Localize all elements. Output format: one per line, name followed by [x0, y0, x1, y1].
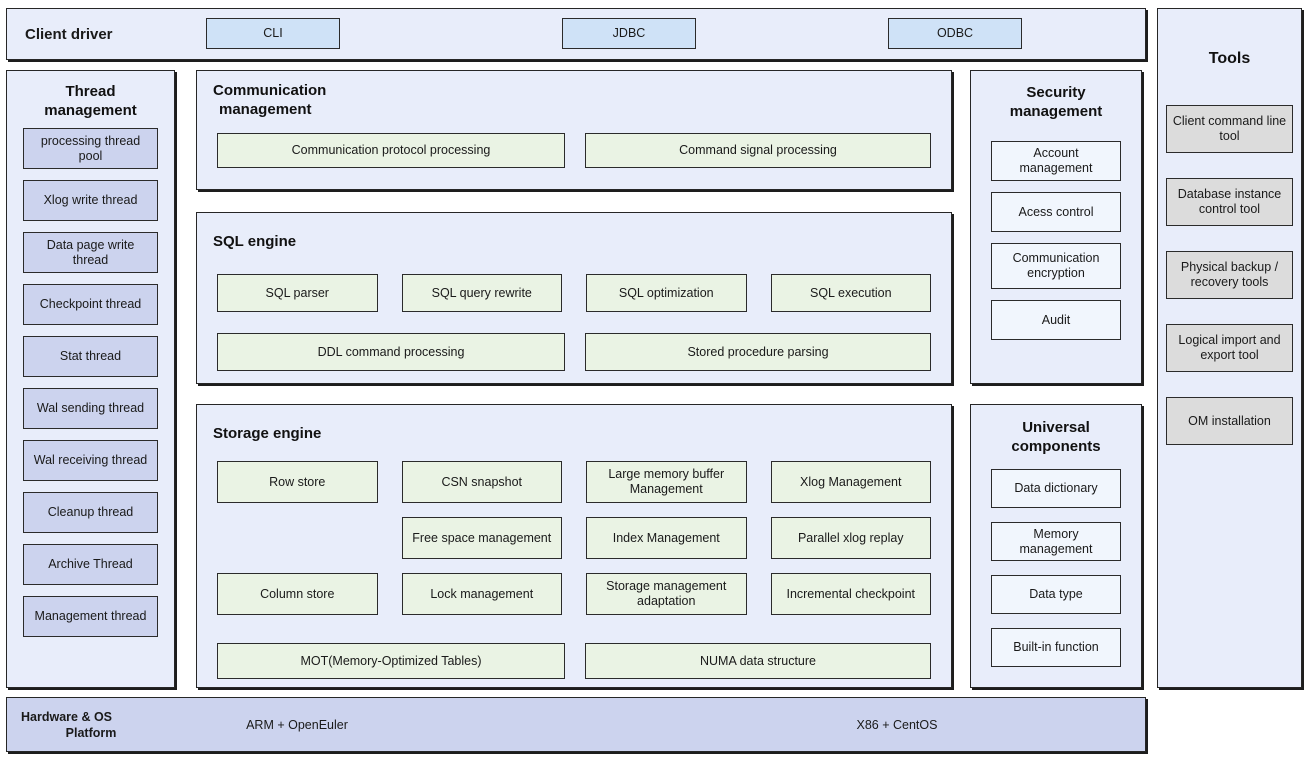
storage-item-mot-memory-optimized-tables[interactable]: MOT(Memory-Optimized Tables) — [217, 643, 565, 679]
sql-engine-title: SQL engine — [213, 233, 297, 250]
universal-item-data-type[interactable]: Data type — [991, 575, 1121, 614]
hardware-platform-bar: Hardware & OS Platform ARM + OpenEuler X… — [6, 697, 1146, 752]
storage-engine-bottom-row: MOT(Memory-Optimized Tables) NUMA data s… — [217, 643, 931, 679]
thread-item-xlog-write-thread[interactable]: Xlog write thread — [23, 180, 158, 221]
security-item-account-management[interactable]: Account management — [991, 141, 1121, 181]
security-item-communication-encryption[interactable]: Communication encryption — [991, 243, 1121, 289]
client-driver-button-cli[interactable]: CLI — [206, 18, 340, 49]
tools-item-physical-backup-recovery-tools[interactable]: Physical backup / recovery tools — [1166, 251, 1293, 299]
universal-components-title-line2: components — [1011, 438, 1101, 455]
sql-item-sql-optimization[interactable]: SQL optimization — [586, 274, 747, 312]
thread-item-cleanup-thread[interactable]: Cleanup thread — [23, 492, 158, 533]
sql-engine-row-1: SQL parser SQL query rewrite SQL optimiz… — [217, 274, 931, 312]
universal-components-title: Universal components — [971, 418, 1141, 456]
hardware-platform-item-x86-centos: X86 + CentOS — [856, 717, 938, 732]
communication-management-title-line1: Communication — [213, 82, 327, 99]
hardware-platform-label-line2: Platform — [65, 725, 117, 740]
hardware-platform-label: Hardware & OS Platform — [21, 698, 161, 751]
sql-item-sql-query-rewrite[interactable]: SQL query rewrite — [401, 274, 562, 312]
client-driver-button-odbc[interactable]: ODBC — [888, 18, 1022, 49]
storage-item-index-management[interactable]: Index Management — [586, 517, 747, 559]
tools-item-om-installation[interactable]: OM installation — [1166, 397, 1293, 445]
universal-item-memory-management[interactable]: Memory management — [991, 522, 1121, 561]
client-driver-label: Client driver — [25, 25, 113, 43]
universal-components-list: Data dictionary Memory management Data t… — [991, 469, 1121, 667]
storage-item-storage-management-adaptation[interactable]: Storage management adaptation — [586, 573, 747, 615]
client-driver-button-jdbc[interactable]: JDBC — [562, 18, 696, 49]
security-item-audit[interactable]: Audit — [991, 300, 1121, 340]
security-management-title: Security management — [971, 83, 1141, 121]
tools-item-client-command-line-tool[interactable]: Client command line tool — [1166, 105, 1293, 153]
comm-item-command-signal-processing[interactable]: Command signal processing — [585, 133, 931, 168]
thread-management-title: Thread management — [7, 82, 174, 120]
sql-engine-panel: SQL engine SQL parser SQL query rewrite … — [196, 212, 952, 384]
universal-components-panel: Universal components Data dictionary Mem… — [970, 404, 1142, 688]
storage-item-parallel-xlog-replay[interactable]: Parallel xlog replay — [770, 517, 931, 559]
tools-list: Client command line tool Database instan… — [1166, 105, 1293, 445]
security-management-list: Account management Acess control Communi… — [991, 141, 1121, 340]
storage-item-row-store[interactable]: Row store — [217, 461, 378, 503]
universal-components-title-line1: Universal — [1022, 419, 1090, 436]
storage-engine-panel: Storage engine Row store CSN snapshot La… — [196, 404, 952, 688]
universal-item-data-dictionary[interactable]: Data dictionary — [991, 469, 1121, 508]
storage-item-large-memory-buffer-management[interactable]: Large memory buffer Management — [586, 461, 747, 503]
sql-item-stored-procedure-parsing[interactable]: Stored procedure parsing — [585, 333, 931, 371]
thread-item-data-page-write-thread[interactable]: Data page write thread — [23, 232, 158, 273]
thread-management-title-line2: management — [44, 102, 137, 119]
storage-item-incremental-checkpoint[interactable]: Incremental checkpoint — [770, 573, 931, 615]
storage-item-lock-management[interactable]: Lock management — [401, 573, 562, 615]
sql-item-sql-parser[interactable]: SQL parser — [217, 274, 378, 312]
thread-item-stat-thread[interactable]: Stat thread — [23, 336, 158, 377]
sql-item-ddl-command-processing[interactable]: DDL command processing — [217, 333, 565, 371]
thread-item-checkpoint-thread[interactable]: Checkpoint thread — [23, 284, 158, 325]
security-management-title-line1: Security — [1026, 84, 1086, 101]
tools-item-logical-import-and-export-tool[interactable]: Logical import and export tool — [1166, 324, 1293, 372]
thread-item-management-thread[interactable]: Management thread — [23, 596, 158, 637]
thread-item-wal-sending-thread[interactable]: Wal sending thread — [23, 388, 158, 429]
security-management-title-line2: management — [1009, 103, 1103, 120]
thread-item-archive-thread[interactable]: Archive Thread — [23, 544, 158, 585]
security-management-panel: Security management Account management A… — [970, 70, 1142, 384]
storage-engine-grid: Row store CSN snapshot Large memory buff… — [217, 461, 931, 615]
universal-item-built-in-function[interactable]: Built-in function — [991, 628, 1121, 667]
tools-title: Tools — [1208, 50, 1251, 67]
thread-management-title-line1: Thread — [65, 83, 116, 100]
thread-management-panel: Thread management processing thread pool… — [6, 70, 175, 688]
security-item-acess-control[interactable]: Acess control — [991, 192, 1121, 232]
storage-item-column-store[interactable]: Column store — [217, 573, 378, 615]
storage-item-csn-snapshot[interactable]: CSN snapshot — [401, 461, 562, 503]
thread-management-list: processing thread pool Xlog write thread… — [23, 128, 158, 637]
tools-panel: Tools Client command line tool Database … — [1157, 8, 1302, 688]
comm-item-communication-protocol-processing[interactable]: Communication protocol processing — [217, 133, 565, 168]
thread-item-processing-thread-pool[interactable]: processing thread pool — [23, 128, 158, 169]
client-driver-bar: Client driver CLI JDBC ODBC — [6, 8, 1146, 60]
hardware-platform-item-arm-openeuler: ARM + OpenEuler — [246, 717, 348, 732]
communication-management-title-line2: management — [219, 101, 312, 118]
tools-item-database-instance-control-tool[interactable]: Database instance control tool — [1166, 178, 1293, 226]
communication-management-title: Communication management — [213, 81, 951, 119]
storage-item-numa-data-structure[interactable]: NUMA data structure — [585, 643, 931, 679]
communication-management-list: Communication protocol processing Comman… — [217, 133, 931, 168]
thread-item-wal-receiving-thread[interactable]: Wal receiving thread — [23, 440, 158, 481]
sql-engine-row-2: DDL command processing Stored procedure … — [217, 333, 931, 371]
storage-item-xlog-management[interactable]: Xlog Management — [770, 461, 931, 503]
storage-item-free-space-management[interactable]: Free space management — [401, 517, 562, 559]
communication-management-panel: Communication management Communication p… — [196, 70, 952, 190]
sql-item-sql-execution[interactable]: SQL execution — [770, 274, 931, 312]
hardware-platform-label-line1: Hardware & OS — [21, 709, 113, 724]
storage-engine-title: Storage engine — [213, 425, 322, 442]
